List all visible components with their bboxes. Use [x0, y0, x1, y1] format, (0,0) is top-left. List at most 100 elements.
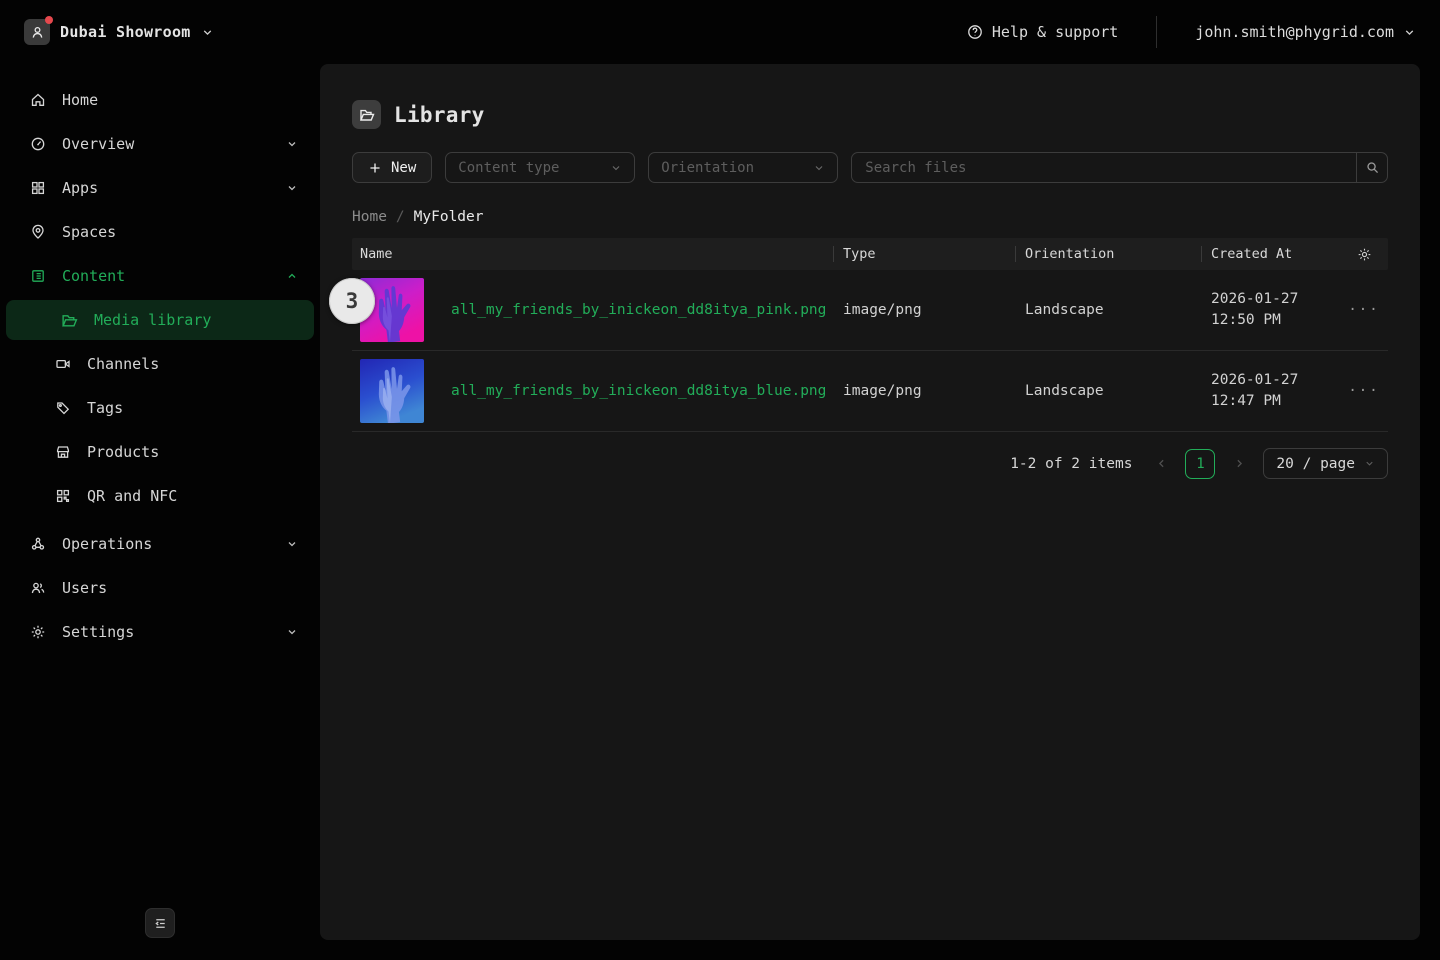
orientation-select[interactable]: Orientation	[648, 152, 839, 183]
library-folder-chip	[352, 100, 381, 129]
file-type: image/png	[843, 302, 922, 318]
menu-fold-icon	[154, 918, 165, 928]
chevron-down-icon	[203, 29, 211, 35]
sidebar-item-label: Settings	[62, 623, 135, 641]
chevron-down-icon	[815, 165, 823, 170]
sidebar-item-label: Home	[62, 91, 99, 109]
chevron-down-icon	[612, 165, 620, 170]
breadcrumb-separator: /	[395, 209, 405, 225]
question-circle-icon	[968, 25, 982, 39]
sidebar-item-label: Products	[87, 443, 160, 461]
content-submenu: Media library Channels Tags Products QR …	[0, 300, 320, 518]
pagination-summary: 1-2 of 2 items	[1010, 455, 1133, 472]
panel-header: Library	[352, 100, 1388, 129]
page-size-select[interactable]: 20 / page	[1263, 448, 1388, 479]
column-settings-button[interactable]	[1340, 238, 1388, 270]
sidebar: Home Overview Apps Spaces Content Media …	[0, 64, 320, 960]
help-support-button[interactable]: Help & support	[967, 23, 1118, 41]
topbar: Dubai Showroom Help & support john.smith…	[0, 0, 1440, 64]
network-nodes-icon	[31, 537, 45, 550]
sidebar-item-home[interactable]: Home	[0, 78, 320, 122]
collapse-sidebar-button[interactable]	[145, 908, 175, 938]
sidebar-item-tags[interactable]: Tags	[0, 386, 320, 430]
sidebar-item-media-library[interactable]: Media library	[6, 300, 314, 340]
file-orientation: Landscape	[1025, 383, 1104, 399]
chevron-down-icon	[288, 630, 296, 635]
sidebar-item-spaces[interactable]: Spaces	[0, 210, 320, 254]
search-button[interactable]	[1356, 153, 1387, 182]
column-header-type: Type	[833, 238, 1015, 270]
org-switcher[interactable]: Dubai Showroom	[24, 16, 214, 45]
sidebar-item-products[interactable]: Products	[0, 430, 320, 474]
chevron-down-icon	[288, 186, 296, 191]
row-actions-button[interactable]: ···	[1340, 383, 1388, 399]
sidebar-item-apps[interactable]: Apps	[0, 166, 320, 210]
sidebar-item-label: QR and NFC	[87, 487, 178, 505]
sidebar-item-label: Spaces	[62, 223, 117, 241]
sidebar-item-users[interactable]: Users	[0, 566, 320, 610]
toolbar: New Content type Orientation	[352, 152, 1388, 183]
content-type-placeholder: Content type	[458, 159, 560, 176]
sidebar-item-label: Content	[62, 267, 126, 285]
sidebar-item-content[interactable]: Content	[0, 254, 320, 298]
file-name-link[interactable]: all_my_friends_by_inickeon_dd8itya_pink.…	[451, 302, 826, 318]
pagination: 1-2 of 2 items 1 20 / page	[352, 448, 1388, 479]
pagination-page-1[interactable]: 1	[1185, 448, 1216, 479]
created-time: 12:50 PM	[1211, 312, 1281, 328]
user-menu[interactable]: john.smith@phygrid.com	[1195, 23, 1416, 41]
new-button[interactable]: New	[352, 152, 433, 183]
chevron-down-icon	[288, 542, 296, 547]
sidebar-item-settings[interactable]: Settings	[0, 610, 320, 654]
sidebar-item-channels[interactable]: Channels	[0, 342, 320, 386]
created-date: 2026-01-27	[1211, 372, 1299, 388]
search-icon	[1366, 162, 1378, 174]
pagination-next-button[interactable]	[1230, 457, 1248, 470]
folder-open-icon	[359, 109, 375, 121]
sidebar-item-label: Channels	[87, 355, 160, 373]
storefront-icon	[56, 446, 70, 458]
file-orientation: Landscape	[1025, 302, 1104, 318]
library-panel: Library New Content type Orientation Sea…	[320, 64, 1420, 940]
users-icon	[31, 582, 45, 594]
sidebar-item-operations[interactable]: Operations	[0, 522, 320, 566]
sidebar-item-label: Apps	[62, 179, 99, 197]
grid-icon	[31, 181, 45, 195]
map-pin-icon	[32, 224, 44, 239]
notification-dot-icon	[45, 16, 53, 24]
file-thumbnail-blue[interactable]	[360, 359, 424, 423]
pagination-prev-button[interactable]	[1152, 457, 1170, 470]
table-row[interactable]: all_my_friends_by_inickeon_dd8itya_blue.…	[352, 351, 1388, 432]
plus-icon	[370, 162, 380, 173]
search-box	[851, 152, 1388, 183]
sidebar-item-label: Users	[62, 579, 108, 597]
breadcrumb-current: MyFolder	[413, 209, 484, 225]
chevron-up-icon	[288, 273, 296, 278]
file-name-link[interactable]: all_my_friends_by_inickeon_dd8itya_blue.…	[451, 383, 826, 399]
chevron-right-icon	[1237, 459, 1242, 468]
sidebar-item-qr-nfc[interactable]: QR and NFC	[0, 474, 320, 518]
person-icon	[32, 26, 42, 38]
annotation-badge: 3	[329, 278, 375, 324]
row-actions-button[interactable]: ···	[1340, 302, 1388, 318]
folder-open-icon	[62, 314, 78, 327]
breadcrumb-home[interactable]: Home	[352, 209, 387, 225]
created-date: 2026-01-27	[1211, 291, 1299, 307]
sidebar-item-overview[interactable]: Overview	[0, 122, 320, 166]
content-list-icon	[32, 270, 44, 282]
topbar-divider	[1156, 16, 1158, 48]
help-label: Help & support	[991, 23, 1119, 41]
breadcrumb: Home / MyFolder	[352, 209, 1388, 225]
search-input[interactable]	[852, 153, 1356, 182]
qr-code-icon	[56, 489, 70, 503]
avatar	[24, 16, 53, 45]
tag-icon	[57, 402, 70, 415]
table-row[interactable]: all_my_friends_by_inickeon_dd8itya_pink.…	[352, 270, 1388, 351]
column-header-name: Name	[360, 246, 393, 262]
content-type-select[interactable]: Content type	[445, 152, 636, 183]
user-email: john.smith@phygrid.com	[1195, 23, 1394, 41]
sidebar-item-label: Operations	[62, 535, 153, 553]
file-created-at: 2026-01-27 12:50 PM	[1201, 289, 1340, 331]
page-title: Library	[394, 102, 485, 127]
chevron-down-icon	[288, 142, 296, 147]
chevron-down-icon	[1405, 29, 1414, 35]
